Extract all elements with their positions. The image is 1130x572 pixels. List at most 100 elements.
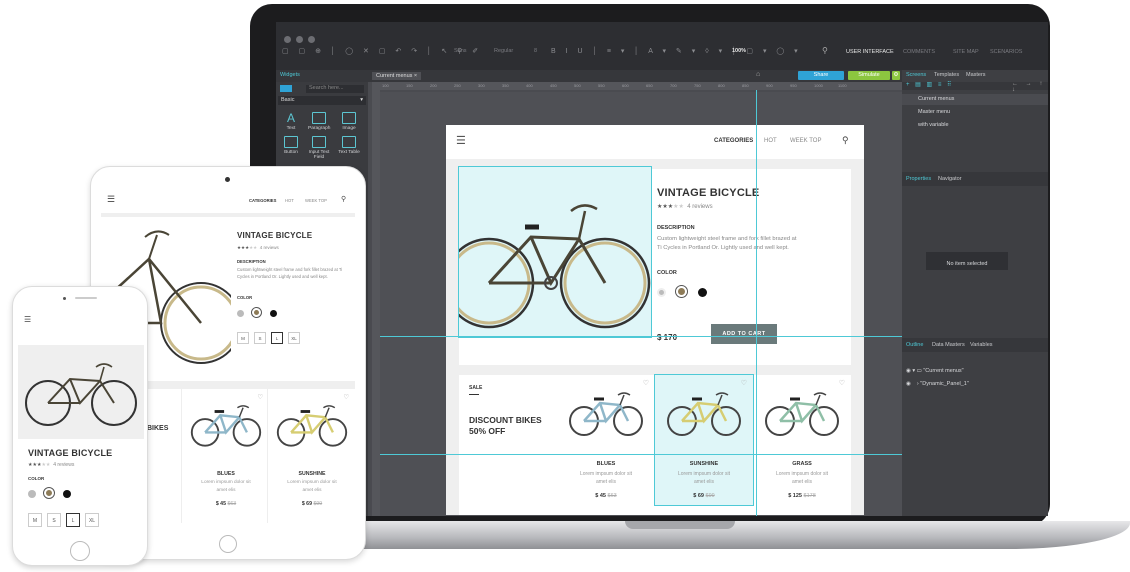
- tab-masters[interactable]: Masters: [966, 72, 986, 78]
- widget-table[interactable]: Text Table: [338, 136, 360, 155]
- heart-icon[interactable]: ♡: [741, 379, 747, 387]
- widget-paragraph[interactable]: Paragraph: [308, 112, 330, 131]
- zoom-level[interactable]: 100%: [732, 48, 746, 54]
- hamburger-icon[interactable]: ☰: [24, 315, 31, 324]
- product-tile[interactable]: ♡ SUNSHINE Lorem impsum dolor sit amet eli…: [269, 389, 355, 513]
- nav-categories[interactable]: CATEGORIES: [249, 198, 276, 203]
- comments-tab[interactable]: COMMENTS: [903, 49, 935, 55]
- heart-icon[interactable]: ♡: [257, 393, 263, 401]
- nav-hot[interactable]: HOT: [764, 138, 777, 144]
- tab-variables[interactable]: Variables: [970, 342, 993, 348]
- screen-item-variable[interactable]: with variable: [918, 122, 949, 128]
- swatch-brown[interactable]: [43, 487, 56, 499]
- add-to-cart-button[interactable]: ADD TO CART: [711, 324, 777, 344]
- font-family-select[interactable]: Sans: [454, 48, 467, 54]
- product-description: Lorem impsum dolor sit amet elis: [776, 471, 828, 485]
- library-icon[interactable]: [280, 85, 292, 92]
- tablet-home-button[interactable]: [219, 535, 237, 553]
- outline-item-screen[interactable]: ◉ ▾ ▭ "Current menus": [906, 368, 964, 374]
- hamburger-icon[interactable]: ☰: [107, 194, 115, 205]
- bicycle-thumbnail: [188, 402, 264, 455]
- phone-home-button[interactable]: [70, 541, 90, 561]
- size-option[interactable]: XL: [85, 513, 99, 527]
- tab-screens[interactable]: Screens: [906, 72, 926, 78]
- product-image-selected[interactable]: [443, 166, 652, 338]
- user-interface-tab[interactable]: USER INTERFACE: [846, 49, 894, 55]
- swatch-black[interactable]: [62, 490, 71, 498]
- arrow-icons[interactable]: ← → ↑ ↓: [1012, 81, 1048, 93]
- heart-icon[interactable]: ♡: [839, 379, 845, 387]
- product-tile[interactable]: ♡ BLUES Lorem impsum dolor sit amet elis $ …: [557, 375, 655, 505]
- product-tile[interactable]: ♡ GRASS Lorem impsum dolor sit amet elis $ …: [753, 375, 851, 505]
- home-icon[interactable]: ⌂: [756, 71, 760, 78]
- tab-data-masters[interactable]: Data Masters: [932, 342, 965, 348]
- guide-vertical[interactable]: [756, 90, 757, 516]
- widget-text[interactable]: A Text: [280, 112, 302, 131]
- swatch-black[interactable]: [269, 310, 277, 317]
- nav-week-top[interactable]: WEEK TOP: [790, 138, 821, 144]
- site-map-tab[interactable]: SITE MAP: [953, 49, 979, 55]
- widgets-title: Widgets: [280, 72, 300, 78]
- guide-horizontal-bottom[interactable]: [380, 454, 902, 455]
- size-option[interactable]: S: [47, 513, 61, 527]
- widget-search-input[interactable]: Search here...: [306, 85, 364, 93]
- simulate-button[interactable]: Simulate: [848, 71, 890, 80]
- screen-item-current[interactable]: Current menus: [902, 94, 1048, 105]
- widget-button[interactable]: Button: [280, 136, 302, 155]
- nav-hot[interactable]: HOT: [285, 198, 294, 203]
- swatch-brown[interactable]: [675, 285, 689, 298]
- reviews-count[interactable]: 4 reviews: [687, 204, 712, 210]
- search-icon[interactable]: ⚲: [842, 135, 849, 146]
- guide-horizontal-top[interactable]: [380, 336, 902, 337]
- format-icons[interactable]: B I U │ ≡ ▾ │ A ▾ ✎ ▾ ◊ ▾ │ ▢ ▾ ◯ ▾: [551, 47, 802, 55]
- swatch-grey[interactable]: [657, 288, 666, 297]
- gear-icon[interactable]: ⚙: [892, 71, 900, 80]
- product-price: $ 45 $63: [183, 501, 269, 507]
- size-option[interactable]: XL: [288, 332, 300, 344]
- widget-input[interactable]: Input Text Field: [308, 136, 330, 160]
- heart-icon[interactable]: ♡: [643, 379, 649, 387]
- tab-navigator[interactable]: Navigator: [938, 176, 962, 182]
- reviews-count[interactable]: 4 reviews: [53, 462, 74, 468]
- bicycle-thumbnail: [274, 402, 350, 455]
- widget-image[interactable]: Image: [338, 112, 360, 131]
- search-icon[interactable]: ⚲: [822, 46, 828, 55]
- nav-categories[interactable]: CATEGORIES: [714, 138, 753, 144]
- window-controls[interactable]: [284, 30, 320, 48]
- search-icon[interactable]: ⚲: [341, 195, 346, 203]
- nav-week-top[interactable]: WEEK TOP: [305, 198, 327, 203]
- document-tab[interactable]: Current menus ×: [372, 72, 422, 80]
- rating: ★★★★★ 4 reviews: [237, 245, 279, 250]
- price-old: $63: [227, 501, 237, 508]
- toolbar-icons[interactable]: ▢ ▢ ⊕ │ ◯ ✕ ▢ ↶ ↷ │ ↖ ⚲ ✐: [282, 47, 482, 55]
- size-option[interactable]: M: [237, 332, 249, 344]
- swatch-black[interactable]: [697, 288, 707, 297]
- hamburger-icon[interactable]: ☰: [456, 134, 466, 147]
- screen-tools-icons[interactable]: + ▤ ▥ ≡ ⠿: [906, 81, 953, 88]
- outline-item-panel[interactable]: ◉ › "Dynamic_Panel_1": [906, 381, 969, 387]
- size-option[interactable]: L: [271, 332, 283, 344]
- reviews-count[interactable]: 4 reviews: [260, 245, 279, 250]
- tab-templates[interactable]: Templates: [934, 72, 959, 78]
- size-option[interactable]: L: [66, 513, 80, 527]
- widget-button-label: Button: [284, 150, 298, 155]
- heart-icon[interactable]: ♡: [343, 393, 349, 401]
- tab-outline[interactable]: Outline: [906, 342, 923, 348]
- font-weight-select[interactable]: Regular: [494, 48, 513, 54]
- swatch-grey[interactable]: [237, 310, 244, 317]
- tab-properties[interactable]: Properties: [906, 176, 931, 182]
- screen-item-master[interactable]: Master menu: [918, 109, 950, 115]
- size-option[interactable]: S: [254, 332, 266, 344]
- site-mockup: ☰ CATEGORIES HOT WEEK TOP ⚲ VINTAGE BICY: [443, 125, 864, 515]
- share-button[interactable]: Share: [798, 71, 844, 80]
- widget-category-select[interactable]: Basic ▾: [278, 96, 366, 105]
- product-tile[interactable]: ♡ SUNSHINE Lorem impsum dolor sit amet eli…: [654, 374, 754, 506]
- font-size-select[interactable]: 8: [534, 48, 537, 54]
- scenarios-tab[interactable]: SCENARIOS: [990, 49, 1022, 55]
- button-widget-icon: [284, 136, 298, 148]
- swatch-brown[interactable]: [251, 307, 263, 318]
- price-current: $ 69: [693, 493, 704, 499]
- size-option[interactable]: M: [28, 513, 42, 527]
- product-tile[interactable]: ♡ BLUES Lorem impsum dolor sit amet elis $ …: [183, 389, 269, 513]
- swatch-grey[interactable]: [28, 490, 36, 498]
